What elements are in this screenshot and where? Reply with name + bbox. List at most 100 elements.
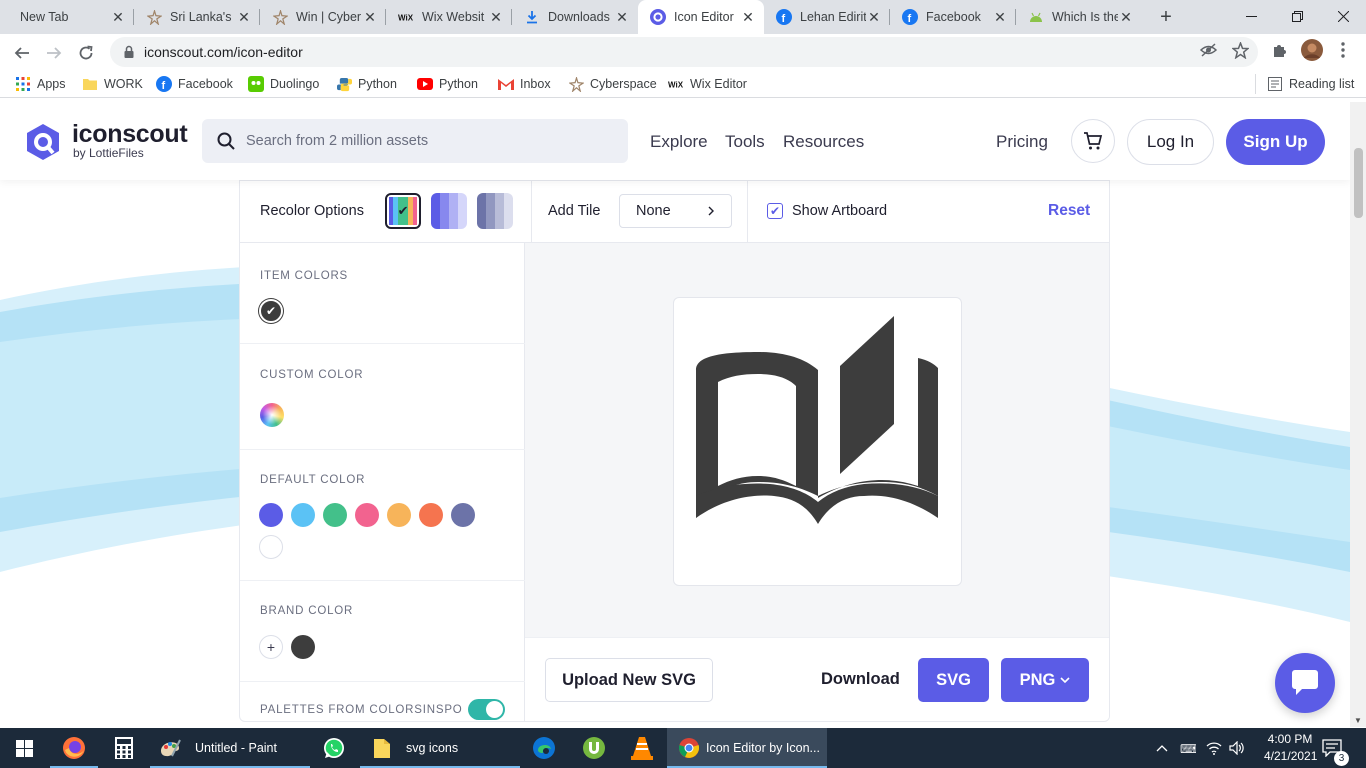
palettes-toggle[interactable] <box>468 699 505 720</box>
back-icon[interactable] <box>10 41 34 65</box>
bookmark-work[interactable]: WORK <box>82 76 143 92</box>
taskbar-whatsapp[interactable] <box>310 728 358 768</box>
default-color-pink[interactable] <box>355 503 379 527</box>
logo-subtitle: by LottieFiles <box>73 146 144 160</box>
taskbar-calculator[interactable] <box>100 728 148 768</box>
close-icon[interactable]: ✕ <box>614 9 630 25</box>
more-menu-icon[interactable] <box>1334 41 1352 59</box>
scroll-down-icon[interactable]: ▼ <box>1354 716 1362 725</box>
page-scrollbar[interactable]: ▼ <box>1350 102 1366 727</box>
reading-list-button[interactable]: Reading list <box>1267 76 1354 92</box>
show-artboard-checkbox[interactable]: ✔ <box>767 203 783 219</box>
tab-wix-website[interactable]: WiX Wix Websit ✕ <box>386 0 512 34</box>
address-bar[interactable]: iconscout.com/icon-editor <box>110 37 1258 67</box>
svg-text:f: f <box>908 13 912 25</box>
volume-icon[interactable] <box>1229 728 1245 768</box>
default-color-white[interactable] <box>259 535 283 559</box>
recolor-option-purple-shades[interactable] <box>431 193 467 229</box>
tab-downloads[interactable]: Downloads ✕ <box>512 0 638 34</box>
default-color-slate[interactable] <box>451 503 475 527</box>
wifi-icon[interactable] <box>1206 728 1222 768</box>
bookmark-cyberspace[interactable]: Cyberspace <box>568 76 657 92</box>
tab-lehan-ediris[interactable]: f Lehan Edirit ✕ <box>764 0 890 34</box>
close-icon[interactable]: ✕ <box>362 9 378 25</box>
iconscout-logo-icon[interactable] <box>24 124 62 160</box>
taskbar-file-explorer[interactable]: svg icons <box>360 728 520 768</box>
bookmark-inbox[interactable]: Inbox <box>498 76 551 92</box>
input-method-icon[interactable]: ⌨ <box>1180 728 1196 768</box>
recolor-option-multicolor[interactable]: ✔ <box>385 193 421 229</box>
notification-center-icon[interactable]: 3 <box>1322 728 1349 768</box>
default-color-coral[interactable] <box>419 503 443 527</box>
upload-svg-button[interactable]: Upload New SVG <box>545 658 713 702</box>
recolor-option-gray-shades[interactable] <box>477 193 513 229</box>
search-bar[interactable] <box>202 119 628 163</box>
close-icon[interactable]: ✕ <box>1118 9 1134 25</box>
tab-which-is-the[interactable]: Which Is the ✕ <box>1016 0 1142 34</box>
taskbar-paint[interactable]: Untitled - Paint <box>150 728 310 768</box>
close-icon[interactable]: ✕ <box>992 9 1008 25</box>
taskbar-edge[interactable] <box>520 728 568 768</box>
cart-button[interactable] <box>1071 119 1115 163</box>
download-png-button[interactable]: PNG <box>1001 658 1089 702</box>
tab-facebook[interactable]: f Facebook ✕ <box>890 0 1016 34</box>
item-color-swatch[interactable]: ✔ <box>259 299 283 323</box>
close-icon[interactable]: ✕ <box>110 9 126 25</box>
bookmark-duolingo[interactable]: Duolingo <box>248 76 319 92</box>
system-clock[interactable]: 4:00 PM 4/21/2021 <box>1264 731 1317 765</box>
taskbar-utorrent[interactable] <box>570 728 618 768</box>
bookmark-wix-editor[interactable]: WiX Wix Editor <box>668 76 747 92</box>
close-icon[interactable]: ✕ <box>740 9 756 25</box>
bookmark-python-youtube[interactable]: Python <box>417 76 478 92</box>
restore-button[interactable] <box>1274 0 1320 32</box>
taskbar-chrome[interactable]: Icon Editor by Icon... <box>667 728 827 768</box>
close-icon[interactable]: ✕ <box>488 9 504 25</box>
brand-color-swatch[interactable] <box>291 635 315 659</box>
login-button[interactable]: Log In <box>1127 119 1214 165</box>
minimize-button[interactable] <box>1228 0 1274 32</box>
default-color-sky-blue[interactable] <box>291 503 315 527</box>
tab-sri-lanka[interactable]: Sri Lanka's ✕ <box>134 0 260 34</box>
taskbar-vlc[interactable] <box>618 728 666 768</box>
search-input[interactable] <box>246 133 606 149</box>
close-window-button[interactable] <box>1320 0 1366 32</box>
custom-color-picker[interactable] <box>260 403 284 427</box>
new-tab-button[interactable]: + <box>1155 6 1177 28</box>
download-svg-button[interactable]: SVG <box>918 658 989 702</box>
open-book-icon[interactable] <box>674 298 963 587</box>
default-color-purple[interactable] <box>259 503 283 527</box>
signup-button[interactable]: Sign Up <box>1226 119 1325 165</box>
tab-icon-editor[interactable]: Icon Editor ✕ <box>638 0 764 34</box>
show-hidden-icons[interactable] <box>1156 728 1168 768</box>
nav-tools[interactable]: Tools <box>725 132 765 152</box>
reset-button[interactable]: Reset <box>1048 202 1090 220</box>
nav-explore[interactable]: Explore <box>650 132 708 152</box>
default-color-orange[interactable] <box>387 503 411 527</box>
tab-new-tab[interactable]: New Tab ✕ <box>8 0 134 34</box>
bookmark-python[interactable]: Python <box>336 76 397 92</box>
taskbar-firefox[interactable] <box>50 728 98 768</box>
eye-off-icon[interactable] <box>1199 41 1217 59</box>
add-brand-color-button[interactable]: + <box>259 635 283 659</box>
chat-support-button[interactable] <box>1275 653 1335 713</box>
scrollbar-thumb[interactable] <box>1354 148 1363 218</box>
reading-list-icon <box>1267 76 1283 92</box>
close-icon[interactable]: ✕ <box>866 9 882 25</box>
nav-pricing[interactable]: Pricing <box>996 132 1048 152</box>
nav-resources[interactable]: Resources <box>783 132 864 152</box>
close-icon[interactable]: ✕ <box>236 9 252 25</box>
tile-select[interactable]: None <box>619 194 732 228</box>
star-bookmark-icon[interactable] <box>1231 41 1249 59</box>
logo-name[interactable]: iconscout <box>72 120 188 149</box>
bookmark-apps[interactable]: Apps <box>15 76 66 92</box>
tab-win-cyber[interactable]: Win | Cyber ✕ <box>260 0 386 34</box>
forward-icon[interactable] <box>42 41 66 65</box>
extensions-icon[interactable] <box>1271 41 1289 59</box>
reload-icon[interactable] <box>74 41 98 65</box>
profile-avatar[interactable] <box>1300 38 1324 62</box>
artboard[interactable] <box>673 297 962 586</box>
lock-icon <box>124 45 134 58</box>
bookmark-facebook[interactable]: f Facebook <box>156 76 233 92</box>
start-button[interactable] <box>0 728 48 768</box>
default-color-green[interactable] <box>323 503 347 527</box>
